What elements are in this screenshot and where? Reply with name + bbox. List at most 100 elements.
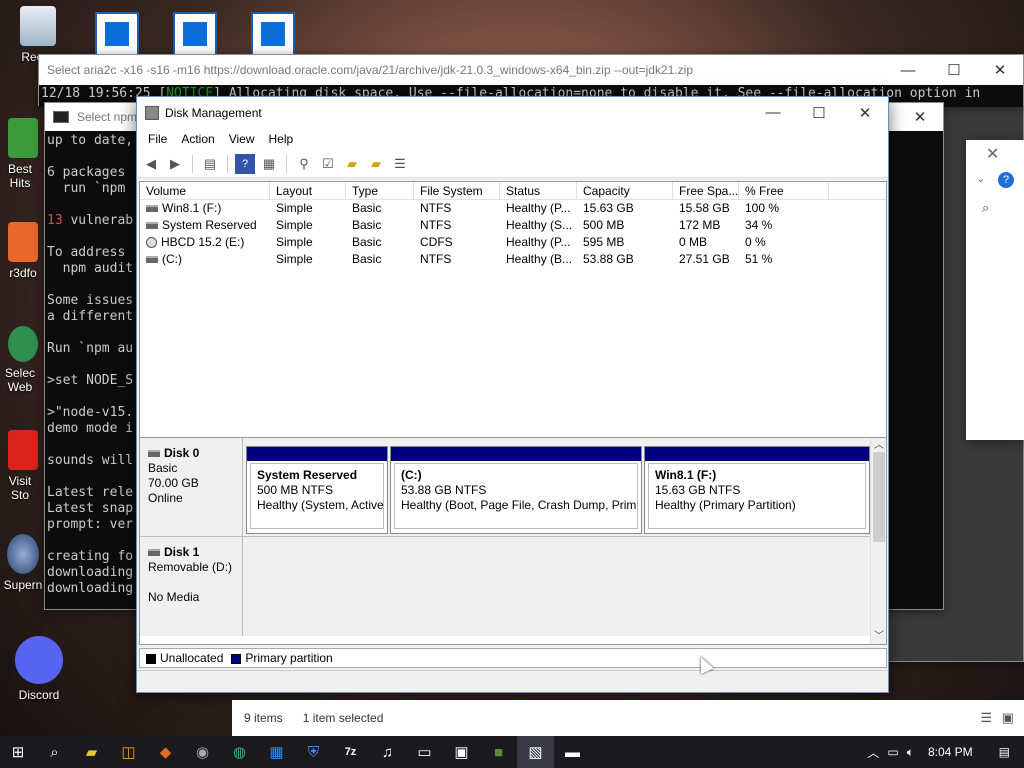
app-window-icon[interactable]: ▣ — [443, 736, 480, 768]
volume-cell-volume: System Reserved — [140, 217, 270, 234]
task-view-icon[interactable]: ◫ — [110, 736, 147, 768]
shield-icon[interactable]: ⛨ — [295, 736, 332, 768]
search-icon[interactable]: ⌕ — [36, 736, 73, 768]
maximize-button[interactable]: ☐ — [796, 98, 842, 128]
globe-icon[interactable]: ◍ — [221, 736, 258, 768]
volume-row[interactable]: Win8.1 (F:) Simple Basic NTFS Healthy (P... 1… — [140, 200, 886, 217]
menu-help[interactable]: Help — [262, 132, 301, 146]
column-file-system[interactable]: File System — [414, 182, 500, 199]
volume-cell-pct: 0 % — [745, 235, 766, 249]
column-free-space[interactable]: Free Spa... — [673, 182, 739, 199]
minecraft-icon[interactable]: ■ — [480, 736, 517, 768]
column-percent-free[interactable]: % Free — [739, 182, 829, 199]
disk-0-row[interactable]: Disk 0 Basic 70.00 GB Online System Rese… — [140, 438, 872, 536]
menu-action[interactable]: Action — [174, 132, 221, 146]
help-icon[interactable]: ? — [998, 172, 1014, 188]
close-button[interactable]: ✕ — [977, 55, 1023, 85]
volume-cell-status: Healthy (P... — [506, 235, 571, 249]
file-explorer-icon[interactable]: ▰ — [73, 736, 110, 768]
blue-app-icon[interactable]: ▦ — [258, 736, 295, 768]
selection-count: 1 item selected — [302, 711, 384, 725]
show-hide-console-tree-icon[interactable]: ▤ — [200, 154, 220, 174]
desktop-file-icon-2[interactable] — [173, 12, 217, 56]
chevron-down-icon[interactable]: ⌄ — [976, 172, 985, 185]
maximize-button[interactable]: ☐ — [931, 55, 977, 85]
desktop-icon-select-web[interactable]: Selec Web — [0, 326, 46, 394]
start-button-windows-icon[interactable]: ⊞ — [0, 736, 36, 768]
minimize-button[interactable]: — — [750, 98, 796, 128]
console-icon[interactable]: ▭ — [406, 736, 443, 768]
column-status[interactable]: Status — [500, 182, 577, 199]
volume-list-header: Volume Layout Type File System Status Ca… — [140, 182, 886, 200]
forward-icon[interactable]: ▶ — [165, 154, 185, 174]
disk-1-row[interactable]: Disk 1 Removable (D:) No Media — [140, 536, 872, 636]
folder-up-icon[interactable]: ▰ — [342, 154, 362, 174]
desktop-file-icon-3[interactable] — [251, 12, 295, 56]
volume-row[interactable]: (C:) Simple Basic NTFS Healthy (B... 53.88 GB… — [140, 251, 886, 268]
volume-cell-fs: NTFS — [420, 201, 452, 215]
partition-c[interactable]: (C:) 53.88 GB NTFS Healthy (Boot, Page F… — [390, 446, 642, 534]
volume-cell-layout: Simple — [276, 252, 313, 266]
column-type[interactable]: Type — [346, 182, 414, 199]
primary-swatch — [231, 653, 242, 664]
desktop-icon-label: Discord — [18, 688, 60, 702]
close-button[interactable]: ✕ — [842, 98, 888, 128]
fox-icon[interactable]: ◆ — [147, 736, 184, 768]
scrollbar-thumb[interactable] — [873, 452, 885, 542]
disk-0-label[interactable]: Disk 0 Basic 70.00 GB Online — [140, 438, 243, 536]
7zip-icon[interactable]: 7z — [332, 736, 369, 768]
disk-management-taskbar-icon[interactable]: ▧ — [517, 736, 554, 768]
disk-icon — [148, 549, 160, 557]
notifications-icon[interactable]: ▤ — [999, 745, 1010, 759]
music-icon[interactable]: ♫ — [369, 736, 406, 768]
chevron-up-icon[interactable]: ︿ — [867, 744, 879, 761]
disk-1-label[interactable]: Disk 1 Removable (D:) No Media — [140, 537, 243, 636]
volume-icon[interactable]: 🔈︎ — [907, 745, 914, 760]
disk-state: Online — [148, 491, 183, 505]
help-icon[interactable]: ? — [235, 153, 255, 174]
close-button[interactable]: ✕ — [897, 102, 943, 132]
legend-primary: Primary partition — [231, 651, 333, 665]
large-icons-view-icon[interactable]: ▣ — [1002, 710, 1014, 726]
desktop-icon-best-hits[interactable]: Best Hits — [0, 118, 46, 190]
volume-cell-status: Healthy (B... — [506, 252, 573, 266]
menu-file[interactable]: File — [141, 132, 174, 146]
minimize-button[interactable]: — — [885, 55, 931, 85]
partition-win81-f[interactable]: Win8.1 (F:) 15.63 GB NTFS Healthy (Prima… — [644, 446, 870, 534]
details-view-icon[interactable]: ☰ — [980, 710, 992, 726]
desktop-file-icon-1[interactable] — [95, 12, 139, 56]
volume-row[interactable]: HBCD 15.2 (E:) Simple Basic CDFS Healthy (P.… — [140, 234, 886, 251]
partition-system-reserved[interactable]: System Reserved 500 MB NTFS Healthy (Sys… — [246, 446, 388, 534]
network-icon[interactable]: ▭ — [887, 745, 898, 759]
column-layout[interactable]: Layout — [270, 182, 346, 199]
folder-search-icon[interactable]: ▰ — [366, 154, 386, 174]
clock[interactable]: 8:04 PM — [928, 745, 973, 759]
volume-cell-capacity: 53.88 GB — [583, 252, 634, 266]
check-icon[interactable]: ☑ — [318, 154, 338, 174]
desktop-icon-r3dfox[interactable]: r3dfo — [0, 222, 46, 280]
column-volume[interactable]: Volume — [140, 182, 270, 199]
properties-icon[interactable]: ▦ — [259, 154, 279, 174]
scroll-down-icon[interactable]: ﹀ — [874, 627, 884, 642]
search-icon[interactable]: ⌕ — [982, 200, 989, 216]
desktop-icon-discord[interactable]: Discord — [1, 636, 77, 702]
menu-view[interactable]: View — [222, 132, 262, 146]
desktop-icon-visit-store[interactable]: Visit Sto — [0, 430, 46, 502]
volume-cell-capacity: 500 MB — [583, 218, 625, 232]
partition-name: Win8.1 (F:) — [655, 468, 717, 482]
app-icon — [7, 534, 39, 574]
list-view-icon[interactable]: ☰ — [390, 154, 410, 174]
drive-icon[interactable]: ▬ — [554, 736, 591, 768]
desktop-icon-supernova[interactable]: Supern — [0, 534, 46, 592]
volume-row[interactable]: System Reserved Simple Basic NTFS Healthy (S… — [140, 217, 886, 234]
partition-color-bar — [247, 447, 387, 461]
disk-management-window[interactable]: Disk Management — ☐ ✕ File Action View H… — [136, 96, 889, 693]
column-capacity[interactable]: Capacity — [577, 182, 673, 199]
app-icon — [8, 430, 38, 470]
connect-icon[interactable]: ⚲ — [294, 154, 314, 174]
vertical-scrollbar[interactable]: ︿ ﹀ — [870, 438, 886, 644]
circle-app-icon[interactable]: ◉ — [184, 736, 221, 768]
scroll-up-icon[interactable]: ︿ — [874, 438, 884, 451]
close-icon[interactable]: ✕ — [986, 144, 999, 164]
back-icon[interactable]: ◀ — [141, 154, 161, 174]
